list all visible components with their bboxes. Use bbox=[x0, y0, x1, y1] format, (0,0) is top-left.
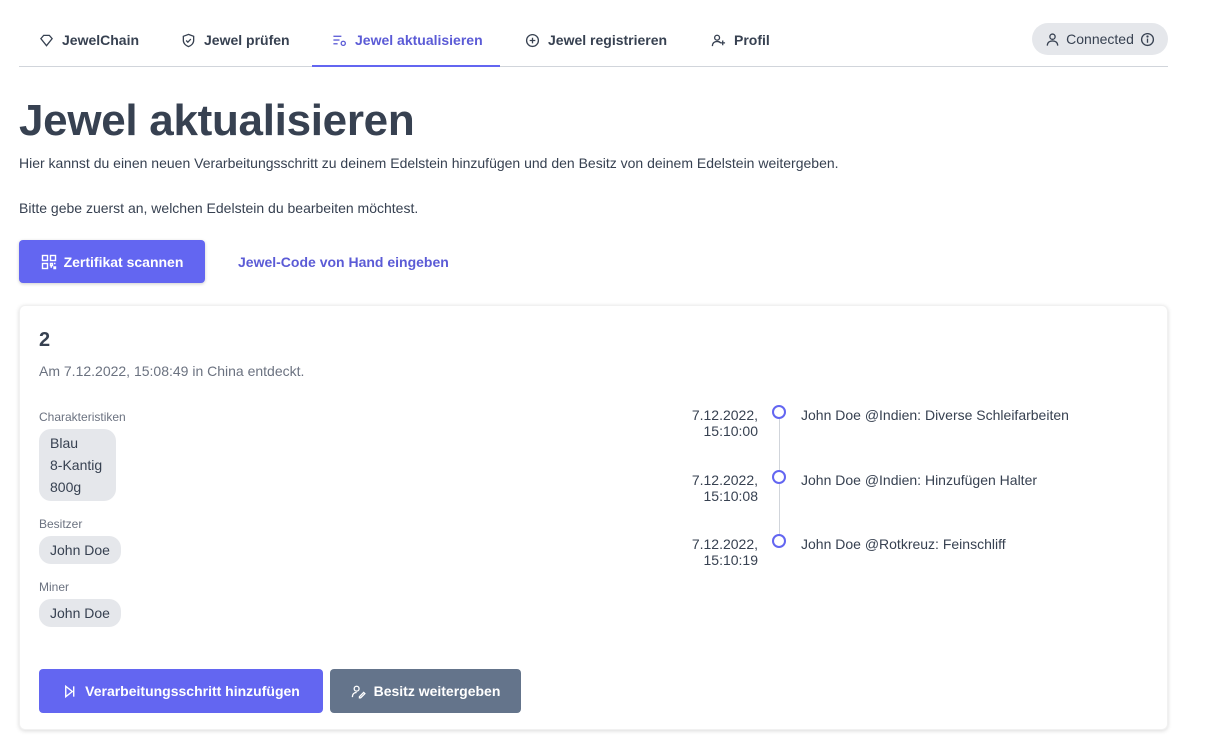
tab-label: Jewel registrieren bbox=[548, 32, 668, 48]
timeline-entry: John Doe @Rotkreuz: Feinschliff bbox=[801, 536, 1006, 552]
jewel-discovered: Am 7.12.2022, 15:08:49 in China entdeckt… bbox=[39, 363, 305, 379]
step-forward-icon bbox=[65, 684, 75, 698]
page-hint: Bitte gebe zuerst an, welchen Edelstein … bbox=[19, 200, 419, 216]
tab-label: Jewel prüfen bbox=[204, 32, 290, 48]
transfer-label: Besitz weitergeben bbox=[373, 683, 501, 699]
characteristics-label: Charakteristiken bbox=[39, 410, 126, 424]
tab-jewelchain[interactable]: JewelChain bbox=[39, 14, 139, 66]
add-step-label: Verarbeitungsschritt hinzufügen bbox=[85, 683, 300, 699]
timeline-date: 7.12.2022, 15:10:08 bbox=[691, 472, 758, 504]
user-icon bbox=[1046, 32, 1059, 46]
top-navigation: JewelChain Jewel prüfen Jewel aktualisie… bbox=[19, 14, 1168, 67]
add-processing-step-button[interactable]: Verarbeitungsschritt hinzufügen bbox=[39, 669, 323, 713]
status-label: Connected bbox=[1066, 31, 1134, 47]
timeline-date: 7.12.2022, 15:10:19 bbox=[691, 536, 758, 568]
miner-label: Miner bbox=[39, 580, 70, 594]
tab-jewel-registrieren[interactable]: Jewel registrieren bbox=[525, 14, 667, 66]
tab-jewel-aktualisieren[interactable]: Jewel aktualisieren bbox=[312, 14, 500, 67]
miner-chip: John Doe bbox=[39, 599, 121, 627]
info-icon bbox=[1140, 32, 1154, 46]
characteristics-chip: Blau 8-Kantig 800g bbox=[39, 429, 116, 501]
owner-chip: John Doe bbox=[39, 536, 121, 564]
tab-jewel-pruefen[interactable]: Jewel prüfen bbox=[181, 14, 290, 66]
tab-label: Jewel aktualisieren bbox=[355, 32, 483, 48]
tab-label: JewelChain bbox=[62, 32, 140, 48]
list-edit-icon bbox=[333, 35, 346, 46]
page-title: Jewel aktualisieren bbox=[19, 96, 415, 145]
scan-certificate-button[interactable]: Zertifikat scannen bbox=[19, 240, 205, 283]
timeline-date: 7.12.2022, 15:10:00 bbox=[691, 407, 758, 439]
plus-circle-icon bbox=[525, 33, 540, 47]
owner-label: Besitzer bbox=[39, 517, 83, 531]
page-intro: Hier kannst du einen neuen Verarbeitungs… bbox=[19, 155, 839, 171]
jewel-id: 2 bbox=[39, 329, 51, 351]
timeline-dot bbox=[772, 534, 786, 548]
user-plus-icon bbox=[711, 34, 726, 46]
qr-code-icon bbox=[41, 254, 56, 269]
characteristic-item: Blau bbox=[50, 435, 79, 451]
tab-label: Profil bbox=[734, 32, 770, 48]
shield-check-icon bbox=[182, 33, 195, 47]
timeline-entry: John Doe @Indien: Hinzufügen Halter bbox=[801, 472, 1038, 488]
jewel-card: 2 Am 7.12.2022, 15:08:49 in China entdec… bbox=[19, 305, 1168, 730]
timeline-entry: John Doe @Indien: Diverse Schleifarbeite… bbox=[801, 407, 1069, 423]
transfer-ownership-button[interactable]: Besitz weitergeben bbox=[330, 669, 521, 713]
connection-status-badge[interactable]: Connected bbox=[1032, 23, 1168, 55]
timeline-dot bbox=[772, 470, 786, 484]
characteristic-item: 800g bbox=[50, 479, 82, 495]
characteristic-item: 8-Kantig bbox=[50, 457, 103, 473]
diamond-icon bbox=[40, 34, 53, 47]
user-edit-icon bbox=[351, 685, 366, 699]
tab-profil[interactable]: Profil bbox=[711, 14, 770, 66]
timeline-dot bbox=[772, 405, 786, 419]
scan-button-label: Zertifikat scannen bbox=[63, 253, 184, 270]
manual-code-link[interactable]: Jewel-Code von Hand eingeben bbox=[238, 254, 449, 270]
